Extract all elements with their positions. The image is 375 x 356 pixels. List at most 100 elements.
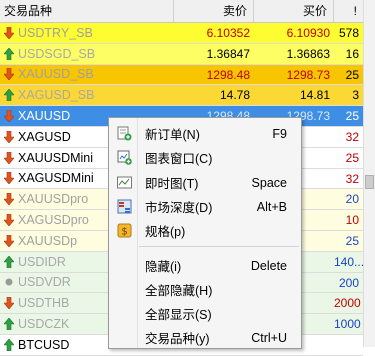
symbol-name: XAUUSDMini <box>18 150 94 165</box>
spread-value: 25 <box>345 109 359 124</box>
menu-item-label: 图表窗口(C) <box>145 152 213 166</box>
menu-item-label: 新订单(N) <box>145 128 200 142</box>
spread-value: 10 <box>345 213 359 228</box>
symbol-name: XAUUSD_SB <box>18 67 94 82</box>
symbol-cell: USDTRY_SB <box>0 23 108 43</box>
menu-item-7[interactable]: 全部显示(S) <box>109 302 301 325</box>
spread-value: 32 <box>345 171 359 186</box>
column-header: 交易品种 卖价 买价 ! <box>0 0 363 23</box>
menu-item-5[interactable]: 隐藏(i) Delete <box>109 254 301 277</box>
down-arrow-icon <box>4 234 14 247</box>
down-arrow-icon <box>4 68 14 81</box>
down-arrow-icon <box>4 130 14 143</box>
spread-value: 20 <box>345 192 359 207</box>
symbol-name: USDTHB <box>18 296 70 311</box>
spread-value: 578 <box>338 26 359 40</box>
up-arrow-icon <box>4 47 14 60</box>
symbol-name: XAGUSDpro <box>18 213 89 228</box>
spread-value: 25 <box>345 233 359 248</box>
symbol-cell: XAUUSDp <box>0 231 108 251</box>
neutral-dot-icon <box>4 276 14 288</box>
buy-price: 1298.73 <box>286 67 330 82</box>
up-arrow-icon <box>4 89 14 102</box>
symbol-name: USDTRY_SB <box>18 25 93 40</box>
symbol-row[interactable]: USDTRY_SB 6.10352 6.10930 578 <box>0 23 363 44</box>
symbol-name: BTCUSD <box>18 337 70 352</box>
symbol-name: XAUUSD <box>18 109 71 124</box>
down-arrow-icon <box>4 214 14 227</box>
symbol-cell: USDSGD_SB <box>0 44 108 64</box>
symbol-name: XAGUSDMini <box>18 171 94 186</box>
up-arrow-icon <box>4 318 14 331</box>
symbol-name: XAUUSDpro <box>18 192 89 207</box>
menu-item-shortcut: Alt+B <box>256 199 287 214</box>
menu-item-shortcut: Space <box>251 175 287 190</box>
spread-value: 25 <box>345 67 359 82</box>
symbol-name: USDVDR <box>18 275 71 290</box>
up-arrow-icon <box>4 338 14 351</box>
down-arrow-icon <box>4 297 14 310</box>
svg-text:$: $ <box>121 227 127 238</box>
down-arrow-icon <box>4 151 14 164</box>
buy-price: 14.81 <box>299 88 330 103</box>
menu-item-4[interactable]: $ 规格(p) <box>109 219 301 242</box>
symbol-cell: XAGUSD_SB <box>0 85 108 105</box>
tick-chart-icon <box>117 175 132 190</box>
menu-item-0[interactable]: 新订单(N) F9 <box>109 122 301 145</box>
symbol-cell: XAUUSDMini <box>0 148 108 168</box>
sell-price: 1.36847 <box>206 46 250 61</box>
symbol-name: USDIDR <box>18 254 66 269</box>
menu-item-label: 规格(p) <box>145 225 186 239</box>
new-order-icon <box>117 126 132 141</box>
spread-value: 3 <box>352 88 359 103</box>
symbol-cell: USDCZK <box>0 314 108 334</box>
header-symbol[interactable]: 交易品种 <box>0 0 174 22</box>
vertical-scrollbar[interactable] <box>363 0 375 347</box>
up-arrow-icon <box>4 255 14 268</box>
spread-value: 140... <box>334 254 365 269</box>
header-spread[interactable]: ! <box>334 0 363 22</box>
menu-item-label: 隐藏(i) <box>145 260 182 274</box>
spread-value: 16 <box>345 46 359 61</box>
down-arrow-icon <box>4 26 14 39</box>
symbol-row[interactable]: USDSGD_SB 1.36847 1.36863 16 <box>0 43 363 65</box>
header-buy[interactable]: 买价 <box>254 0 334 22</box>
menu-item-3[interactable]: 市场深度(D) Alt+B <box>109 195 301 218</box>
menu-item-shortcut: F9 <box>272 126 287 141</box>
context-menu: 新订单(N) F9 图表窗口(C) 即时图(T) Space 市场深度(D) Alt+B $ 规… <box>108 117 302 349</box>
symbol-name: USDCZK <box>18 317 70 332</box>
menu-item-1[interactable]: 图表窗口(C) <box>109 146 301 169</box>
menu-item-2[interactable]: 即时图(T) Space <box>109 171 301 194</box>
down-arrow-icon <box>4 193 14 206</box>
spread-value <box>334 335 363 355</box>
menu-item-label: 全部显示(S) <box>145 308 212 322</box>
symbol-cell: XAGUSDMini <box>0 169 108 189</box>
market-depth-icon <box>117 199 132 214</box>
symbol-row[interactable]: XAUUSD_SB 1298.48 1298.73 25 <box>0 64 363 86</box>
buy-price: 6.10930 <box>286 26 330 40</box>
sell-price: 14.78 <box>219 88 250 103</box>
down-arrow-icon <box>4 110 14 123</box>
spread-value: 25 <box>345 150 359 165</box>
symbol-cell: XAUUSD_SB <box>0 65 108 85</box>
menu-item-label: 市场深度(D) <box>145 201 213 215</box>
menu-item-6[interactable]: 全部隐藏(H) <box>109 278 301 301</box>
menu-item-label: 交易品种(y) <box>145 332 210 346</box>
symbol-cell: USDIDR <box>0 252 108 272</box>
menu-item-label: 即时图(T) <box>145 177 199 191</box>
header-sell[interactable]: 卖价 <box>174 0 254 22</box>
symbol-row[interactable]: XAGUSD_SB 14.78 14.81 3 <box>0 85 363 107</box>
sell-price: 1298.48 <box>206 67 250 82</box>
menu-item-shortcut: Ctrl+U <box>251 330 287 345</box>
symbol-name: XAGUSD <box>18 129 71 144</box>
menu-item-shortcut: Delete <box>250 258 287 273</box>
menu-item-8[interactable]: 交易品种(y) Ctrl+U <box>109 326 301 349</box>
spread-value: 32 <box>345 129 359 144</box>
spread-value: 2000 <box>334 296 361 311</box>
symbol-cell: XAGUSDpro <box>0 210 108 230</box>
chart-window-icon <box>117 150 132 165</box>
sell-price: 6.10352 <box>206 26 250 40</box>
symbol-cell: XAUUSD <box>0 106 108 126</box>
spread-value: 200 <box>338 275 359 290</box>
scrollbar-thumb[interactable] <box>365 175 374 189</box>
